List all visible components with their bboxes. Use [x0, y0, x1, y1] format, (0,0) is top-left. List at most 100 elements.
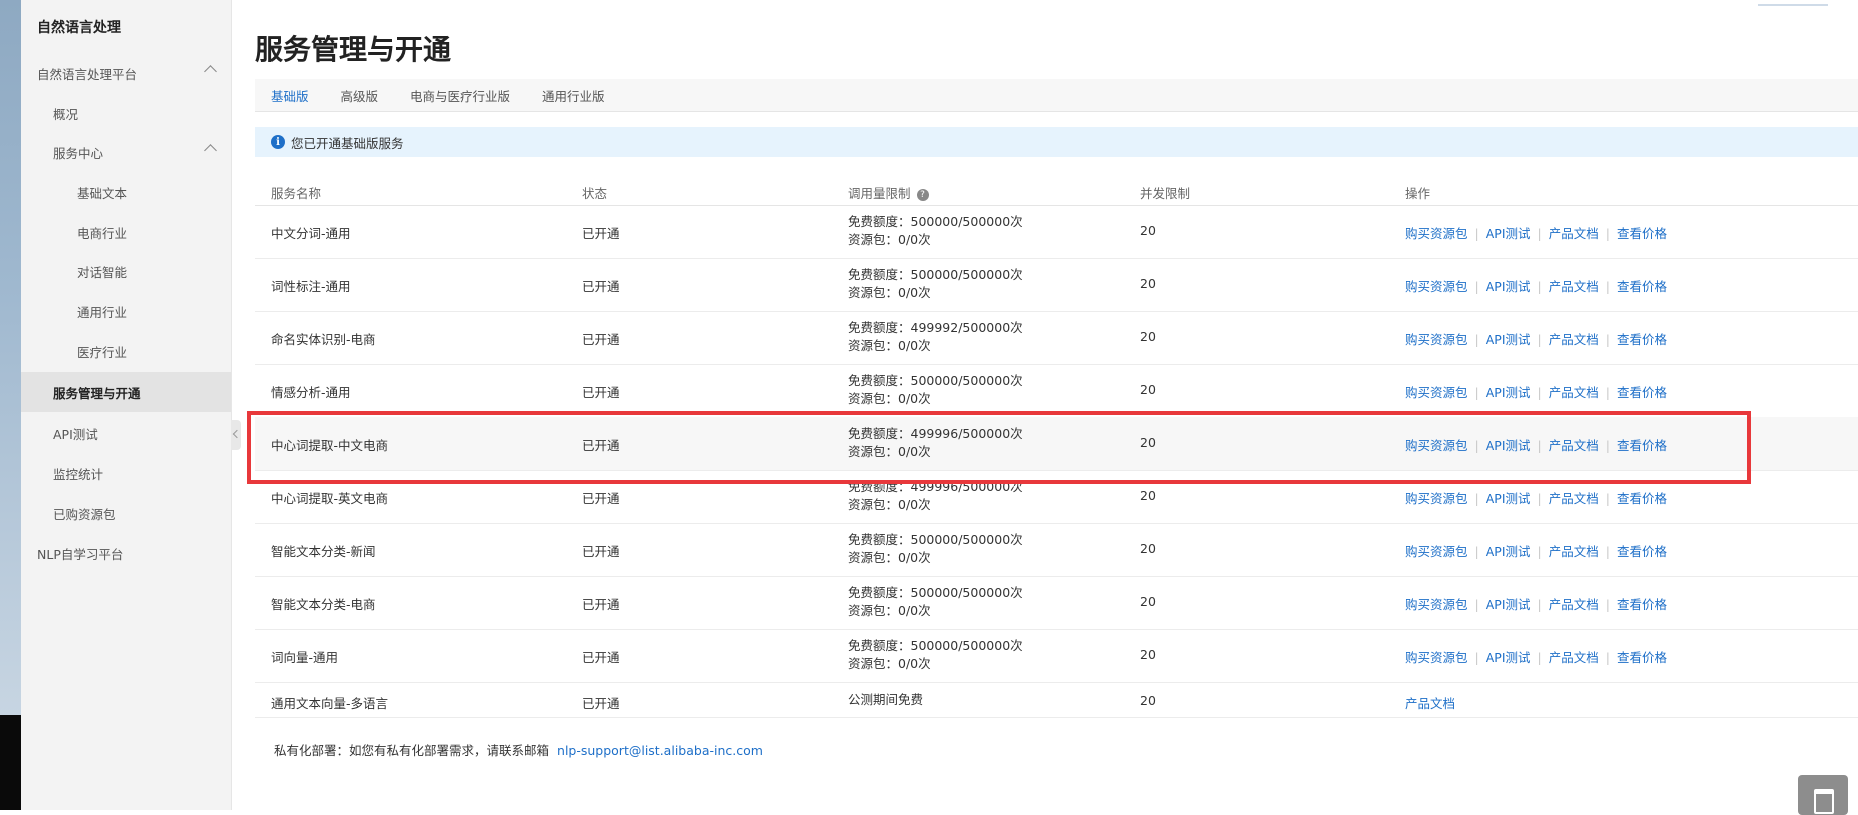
op-docs-link[interactable]: 产品文档: [1549, 544, 1599, 559]
sidebar-item-service-center[interactable]: 服务中心: [21, 132, 231, 172]
sidebar-cut-off-text: [37, 0, 177, 6]
op-price-link[interactable]: 查看价格: [1617, 597, 1667, 612]
sidebar-item-general-industry[interactable]: 通用行业: [21, 291, 231, 331]
op-docs-link[interactable]: 产品文档: [1549, 332, 1599, 347]
sidebar-item-purchased-packs[interactable]: 已购资源包: [21, 493, 231, 533]
op-docs-link[interactable]: 产品文档: [1405, 693, 1455, 712]
sidebar-title: 自然语言处理: [37, 20, 121, 36]
op-api-test-link[interactable]: API测试: [1486, 544, 1531, 559]
op-docs-link[interactable]: 产品文档: [1549, 438, 1599, 453]
cup-icon: [1814, 789, 1834, 814]
op-docs-link[interactable]: 产品文档: [1549, 385, 1599, 400]
sidebar-item-basic-text[interactable]: 基础文本: [21, 172, 231, 212]
op-separator: |: [1605, 385, 1610, 400]
tab-general-industry[interactable]: 通用行业版: [526, 86, 621, 105]
op-api-test-link[interactable]: API测试: [1486, 226, 1531, 241]
question-icon[interactable]: ?: [916, 188, 929, 201]
support-email-link[interactable]: nlp-support@list.alibaba-inc.com: [557, 743, 763, 758]
sidebar-item-label: 概况: [53, 106, 79, 122]
op-separator: |: [1605, 597, 1610, 612]
op-separator: |: [1537, 438, 1542, 453]
op-docs-link[interactable]: 产品文档: [1549, 279, 1599, 294]
table-row: 命名实体识别-电商 已开通 免费额度：499992/500000次 资源包：0/0次 2…: [255, 311, 1858, 365]
cell-concurrency: 20: [1140, 382, 1156, 397]
op-docs-link[interactable]: 产品文档: [1549, 226, 1599, 241]
op-docs-link[interactable]: 产品文档: [1549, 597, 1599, 612]
cell-quota: 免费额度：500000/500000次 资源包：0/0次: [848, 584, 1023, 620]
op-api-test-link[interactable]: API测试: [1486, 385, 1531, 400]
quota-pack: 资源包：0/0次: [848, 550, 931, 565]
op-price-link[interactable]: 查看价格: [1617, 438, 1667, 453]
cell-concurrency: 20: [1140, 647, 1156, 662]
cell-concurrency: 20: [1140, 488, 1156, 503]
op-price-link[interactable]: 查看价格: [1617, 650, 1667, 665]
op-buy-pack-link[interactable]: 购买资源包: [1405, 544, 1468, 559]
op-docs-link[interactable]: 产品文档: [1549, 491, 1599, 506]
op-buy-pack-link[interactable]: 购买资源包: [1405, 597, 1468, 612]
op-api-test-link[interactable]: API测试: [1486, 597, 1531, 612]
op-buy-pack-link[interactable]: 购买资源包: [1405, 332, 1468, 347]
table-row: 词性标注-通用 已开通 免费额度：500000/500000次 资源包：0/0次 20 购…: [255, 258, 1858, 312]
op-buy-pack-link[interactable]: 购买资源包: [1405, 650, 1468, 665]
sidebar-item-label: NLP自学习平台: [37, 546, 124, 562]
op-price-link[interactable]: 查看价格: [1617, 279, 1667, 294]
op-separator: |: [1474, 650, 1479, 665]
op-price-link[interactable]: 查看价格: [1617, 226, 1667, 241]
op-separator: |: [1537, 226, 1542, 241]
cell-quota: 免费额度：500000/500000次 资源包：0/0次: [848, 372, 1023, 408]
op-price-link[interactable]: 查看价格: [1617, 544, 1667, 559]
op-separator: |: [1537, 491, 1542, 506]
tab-ecommerce-medical[interactable]: 电商与医疗行业版: [394, 86, 526, 105]
cell-service-name: 命名实体识别-电商: [271, 332, 376, 347]
cell-service-name: 中心词提取-英文电商: [271, 491, 389, 506]
page-title: 服务管理与开通: [255, 33, 452, 66]
op-api-test-link[interactable]: API测试: [1486, 438, 1531, 453]
op-buy-pack-link[interactable]: 购买资源包: [1405, 491, 1468, 506]
sidebar-item-overview[interactable]: 概况: [21, 93, 231, 133]
cell-service-name: 通用文本向量-多语言: [271, 696, 389, 711]
op-api-test-link[interactable]: API测试: [1486, 279, 1531, 294]
sidebar-item-ecommerce[interactable]: 电商行业: [21, 212, 231, 252]
quota-pack: 资源包：0/0次: [848, 656, 931, 671]
sidebar-item-nlp-self-learning[interactable]: NLP自学习平台: [21, 533, 231, 573]
floating-action-button[interactable]: [1798, 775, 1848, 815]
table-row: 中心词提取-英文电商 已开通 免费额度：499996/500000次 资源包：0/0次…: [255, 470, 1858, 524]
sidebar-item-label: API测试: [53, 426, 98, 442]
sidebar-collapse-handle[interactable]: [231, 420, 241, 450]
sidebar-item-monitoring[interactable]: 监控统计: [21, 453, 231, 493]
table-row: 通用文本向量-多语言 已开通 公测期间免费 20 产品文档: [255, 683, 1858, 718]
sidebar-item-label: 监控统计: [53, 466, 104, 482]
table-header: 服务名称 状态 调用量限制? 并发限制 操作: [255, 175, 1858, 206]
sidebar-item-service-management[interactable]: 服务管理与开通: [21, 372, 231, 412]
op-price-link[interactable]: 查看价格: [1617, 385, 1667, 400]
op-docs-link[interactable]: 产品文档: [1549, 650, 1599, 665]
op-api-test-link[interactable]: API测试: [1486, 650, 1531, 665]
sidebar-item-dialog[interactable]: 对话智能: [21, 251, 231, 291]
quota-free: 免费额度：500000/500000次: [848, 638, 1023, 653]
cell-concurrency: 20: [1140, 276, 1156, 291]
op-buy-pack-link[interactable]: 购买资源包: [1405, 279, 1468, 294]
header-ops: 操作: [1405, 186, 1431, 201]
op-price-link[interactable]: 查看价格: [1617, 332, 1667, 347]
quota-free: 免费额度：500000/500000次: [848, 267, 1023, 282]
sidebar-item-api-test[interactable]: API测试: [21, 413, 231, 453]
op-api-test-link[interactable]: API测试: [1486, 332, 1531, 347]
op-separator: |: [1537, 385, 1542, 400]
op-buy-pack-link[interactable]: 购买资源包: [1405, 385, 1468, 400]
op-api-test-link[interactable]: API测试: [1486, 491, 1531, 506]
op-buy-pack-link[interactable]: 购买资源包: [1405, 438, 1468, 453]
sidebar-item-nlp-platform[interactable]: 自然语言处理平台: [21, 53, 231, 93]
tab-basic[interactable]: 基础版: [255, 86, 325, 105]
cell-concurrency: 20: [1140, 594, 1156, 609]
sidebar-item-medical[interactable]: 医疗行业: [21, 331, 231, 371]
op-buy-pack-link[interactable]: 购买资源包: [1405, 226, 1468, 241]
quota-pack: 资源包：0/0次: [848, 603, 931, 618]
table-row: 词向量-通用 已开通 免费额度：500000/500000次 资源包：0/0次 20 购买…: [255, 629, 1858, 683]
op-price-link[interactable]: 查看价格: [1617, 491, 1667, 506]
op-separator: |: [1474, 491, 1479, 506]
cell-service-name: 情感分析-通用: [271, 385, 351, 400]
chevron-up-icon: [204, 144, 217, 157]
cell-status: 已开通: [582, 279, 620, 294]
tab-advanced[interactable]: 高级版: [325, 86, 395, 105]
cell-status: 已开通: [582, 385, 620, 400]
